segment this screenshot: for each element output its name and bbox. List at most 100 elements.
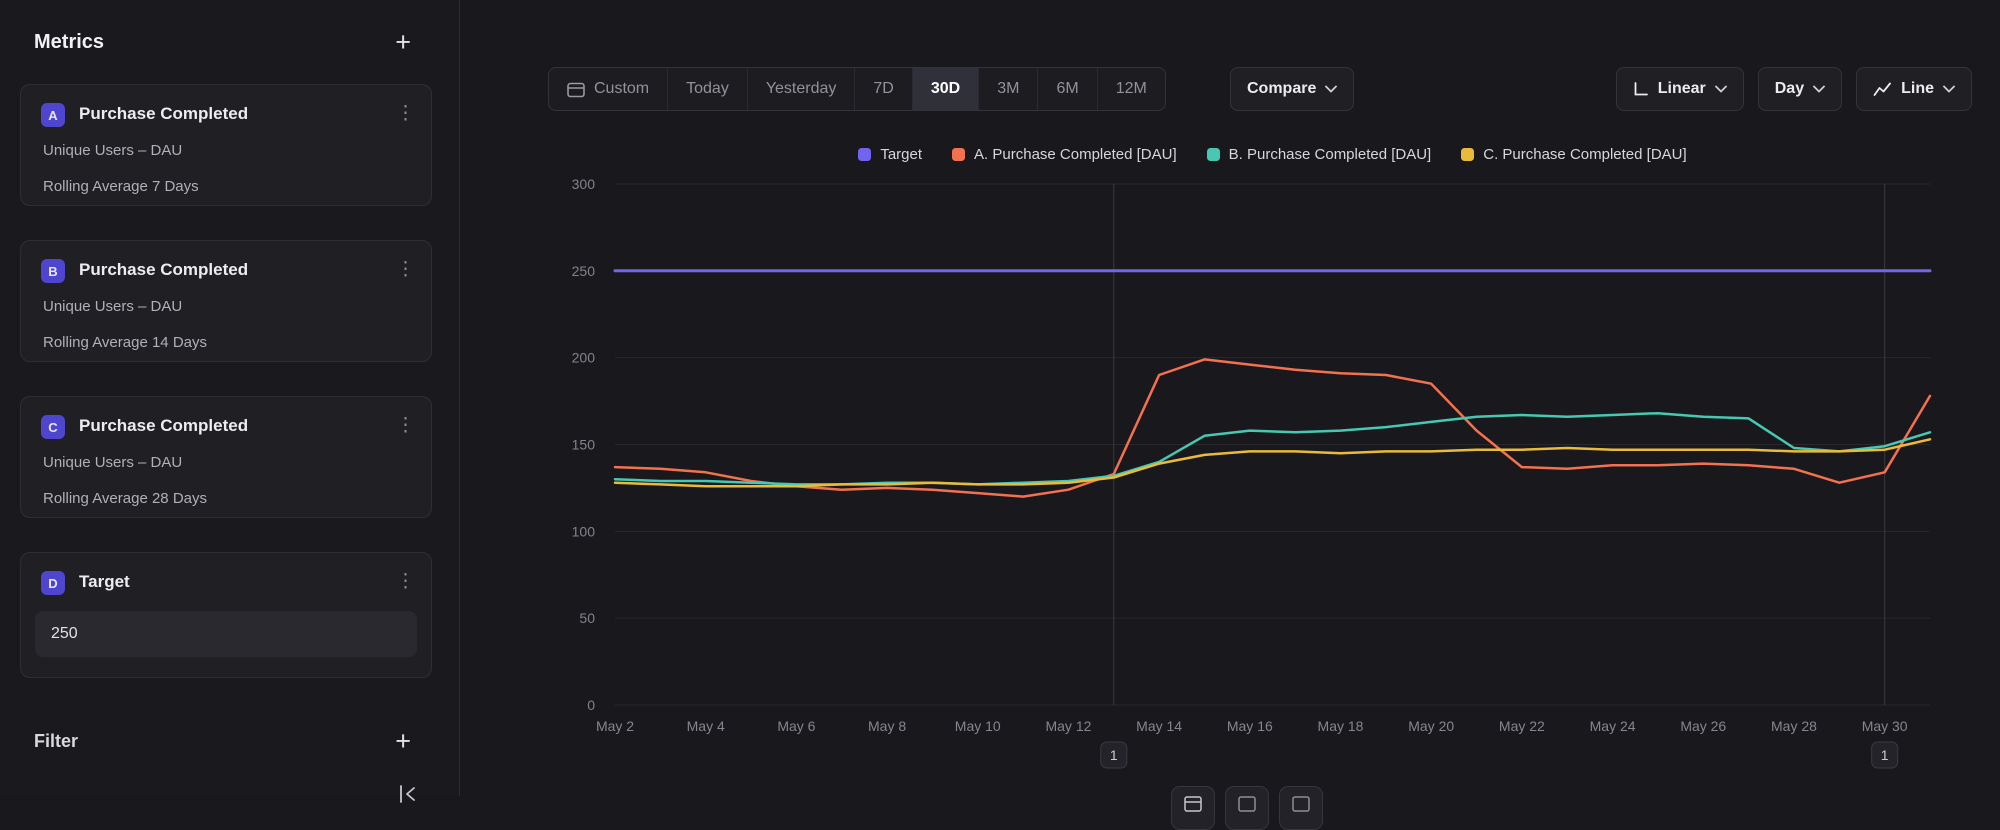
legend-item-b[interactable]: B. Purchase Completed [DAU] xyxy=(1207,146,1432,163)
range-3m[interactable]: 3M xyxy=(979,68,1038,110)
legend-label: B. Purchase Completed [DAU] xyxy=(1229,146,1432,163)
granularity-select-button[interactable]: Day xyxy=(1758,67,1842,111)
calendar-icon xyxy=(567,81,585,98)
range-7d[interactable]: 7D xyxy=(855,68,912,110)
x-tick-label: May 24 xyxy=(1590,718,1636,734)
x-tick-label: May 6 xyxy=(777,718,815,734)
metric-title: Purchase Completed xyxy=(79,104,248,124)
range-12m[interactable]: 12M xyxy=(1098,68,1165,110)
metric-measure: Unique Users – DAU xyxy=(43,298,182,315)
range-label: Custom xyxy=(594,80,649,98)
sidebar: Metrics + A Purchase Completed ⋮ Unique … xyxy=(0,0,460,796)
bottom-toolbar-button-3[interactable] xyxy=(1279,786,1323,830)
y-tick-label: 250 xyxy=(572,263,596,279)
range-today[interactable]: Today xyxy=(668,68,748,110)
x-tick-label: May 18 xyxy=(1318,718,1364,734)
chart-type-label: Line xyxy=(1901,80,1934,98)
y-tick-label: 50 xyxy=(579,610,595,626)
linear-axis-icon xyxy=(1633,81,1649,97)
kebab-menu-icon[interactable]: ⋮ xyxy=(396,257,415,284)
x-tick-label: May 2 xyxy=(596,718,634,734)
x-tick-label: May 20 xyxy=(1408,718,1454,734)
add-filter-button[interactable]: + xyxy=(395,728,411,755)
x-tick-label: May 10 xyxy=(955,718,1001,734)
chart-type-select-button[interactable]: Line xyxy=(1856,67,1972,111)
filter-title: Filter xyxy=(34,731,78,752)
legend-item-c[interactable]: C. Purchase Completed [DAU] xyxy=(1461,146,1686,163)
y-tick-label: 150 xyxy=(572,437,596,453)
series-line-3[interactable] xyxy=(615,439,1930,486)
bottom-toolbar-button-1[interactable] xyxy=(1171,786,1215,830)
add-metric-button[interactable]: + xyxy=(395,29,411,56)
bottom-toolbar xyxy=(1171,786,1323,830)
bottom-toolbar-button-2[interactable] xyxy=(1225,786,1269,830)
target-value-input[interactable]: 250 xyxy=(35,611,417,657)
x-tick-label: May 26 xyxy=(1680,718,1726,734)
kebab-menu-icon[interactable]: ⋮ xyxy=(396,101,415,128)
kebab-menu-icon[interactable]: ⋮ xyxy=(396,413,415,440)
chart-controls: Linear Day Line xyxy=(1616,67,1972,111)
granularity-label: Day xyxy=(1775,80,1804,98)
scale-select-button[interactable]: Linear xyxy=(1616,67,1744,111)
legend-item-target[interactable]: Target xyxy=(858,146,922,163)
metric-transform: Rolling Average 7 Days xyxy=(43,178,199,195)
metric-badge-b: B xyxy=(41,259,65,283)
metric-card-b[interactable]: B Purchase Completed ⋮ Unique Users – DA… xyxy=(20,240,432,362)
x-tick-label: May 30 xyxy=(1862,718,1908,734)
target-card[interactable]: D Target ⋮ 250 xyxy=(20,552,432,678)
compare-button[interactable]: Compare xyxy=(1230,67,1354,111)
metrics-title: Metrics xyxy=(34,31,104,54)
legend-label: A. Purchase Completed [DAU] xyxy=(974,146,1177,163)
x-tick-label: May 22 xyxy=(1499,718,1545,734)
panel-icon xyxy=(1184,796,1202,812)
annotation-badge-label: 1 xyxy=(1110,747,1118,763)
range-6m[interactable]: 6M xyxy=(1038,68,1097,110)
series-line-1[interactable] xyxy=(615,359,1930,496)
kebab-menu-icon[interactable]: ⋮ xyxy=(396,569,415,596)
legend-swatch-c xyxy=(1461,148,1474,161)
x-tick-label: May 12 xyxy=(1045,718,1091,734)
y-tick-label: 0 xyxy=(587,697,595,713)
analytics-dashboard: { "icons": { "plus": "+", "kebab": "\u22… xyxy=(0,0,2000,796)
chart-legend: Target A. Purchase Completed [DAU] B. Pu… xyxy=(615,146,1930,163)
line-chart-icon xyxy=(1873,82,1892,97)
legend-swatch-target xyxy=(858,148,871,161)
metric-card-c[interactable]: C Purchase Completed ⋮ Unique Users – DA… xyxy=(20,396,432,518)
metric-title: Purchase Completed xyxy=(79,416,248,436)
collapse-sidebar-button[interactable] xyxy=(396,782,420,806)
metric-title: Purchase Completed xyxy=(79,260,248,280)
metric-card-a[interactable]: A Purchase Completed ⋮ Unique Users – DA… xyxy=(20,84,432,206)
metric-measure: Unique Users – DAU xyxy=(43,454,182,471)
x-tick-label: May 4 xyxy=(687,718,725,734)
scale-label: Linear xyxy=(1658,80,1706,98)
annotation-badge-label: 1 xyxy=(1881,747,1889,763)
y-tick-label: 100 xyxy=(572,523,596,539)
panel-icon xyxy=(1238,796,1256,812)
y-tick-label: 200 xyxy=(572,350,596,366)
legend-swatch-b xyxy=(1207,148,1220,161)
legend-swatch-a xyxy=(952,148,965,161)
collapse-left-icon xyxy=(396,782,420,806)
metric-badge-d: D xyxy=(41,571,65,595)
metric-transform: Rolling Average 28 Days xyxy=(43,490,207,507)
x-tick-label: May 16 xyxy=(1227,718,1273,734)
chevron-down-icon xyxy=(1715,85,1727,93)
range-yesterday[interactable]: Yesterday xyxy=(748,68,856,110)
date-range-segmented-control: Custom Today Yesterday 7D 30D 3M 6M 12M xyxy=(548,67,1166,111)
chevron-down-icon xyxy=(1943,85,1955,93)
range-custom[interactable]: Custom xyxy=(549,68,668,110)
x-tick-label: May 28 xyxy=(1771,718,1817,734)
compare-label: Compare xyxy=(1247,80,1316,98)
line-chart[interactable]: 0 50 100 150 200 250 300 1 1 May 2 May 4 May 6 May 8… xyxy=(460,170,2000,796)
y-tick-label: 300 xyxy=(572,176,596,192)
legend-label: C. Purchase Completed [DAU] xyxy=(1483,146,1686,163)
legend-label: Target xyxy=(880,146,922,163)
panel-icon xyxy=(1292,796,1310,812)
filter-header: Filter + xyxy=(0,723,459,759)
chevron-down-icon xyxy=(1325,85,1337,93)
metrics-header: Metrics + xyxy=(0,24,459,60)
legend-item-a[interactable]: A. Purchase Completed [DAU] xyxy=(952,146,1177,163)
x-tick-label: May 8 xyxy=(868,718,906,734)
metric-transform: Rolling Average 14 Days xyxy=(43,334,207,351)
range-30d-active[interactable]: 30D xyxy=(913,68,979,110)
